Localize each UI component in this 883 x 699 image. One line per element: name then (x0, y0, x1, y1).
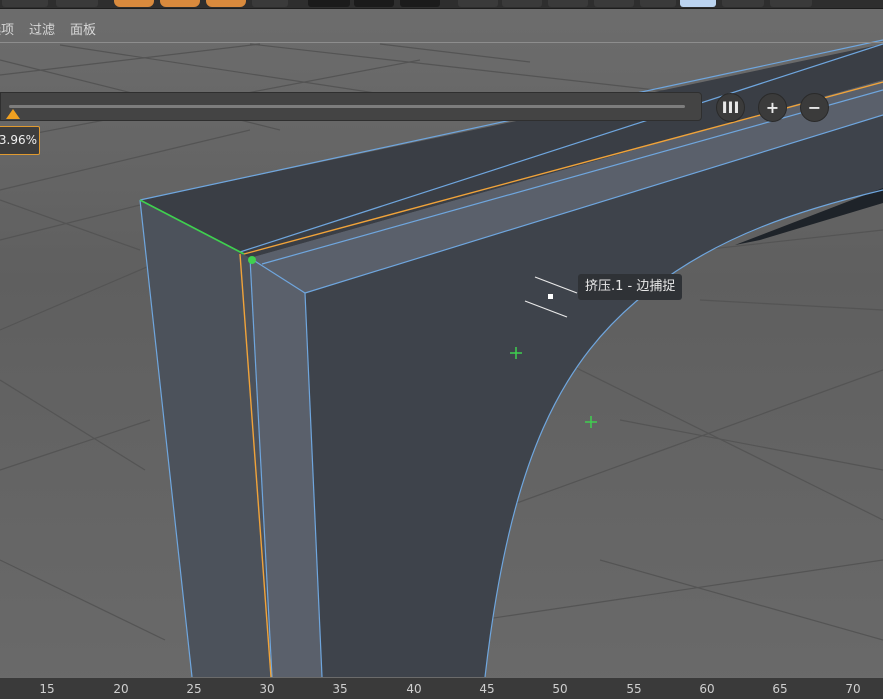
ruler-tick-label: 65 (772, 682, 788, 696)
offset-value-field[interactable]: 3.96% (0, 126, 40, 155)
menu-panel[interactable]: 面板 (70, 19, 96, 38)
ruler-tick-label: 50 (552, 682, 568, 696)
toolbar-render-button[interactable] (160, 0, 200, 7)
menubar-divider (0, 42, 883, 43)
toolbar-button[interactable] (308, 0, 350, 7)
ruler-tick-label: 60 (699, 682, 715, 696)
snap-point (248, 256, 256, 264)
ruler-tick-label: 35 (332, 682, 348, 696)
timeline-ruler[interactable]: 15 20 25 30 35 40 45 50 55 60 65 70 (0, 677, 883, 699)
main-toolbar (0, 0, 883, 9)
decrease-button[interactable]: − (800, 93, 829, 122)
toolbar-button[interactable] (548, 0, 588, 7)
toolbar-render-button[interactable] (206, 0, 246, 7)
ruler-tick-label: 40 (406, 682, 422, 696)
increase-button[interactable]: + (758, 93, 787, 122)
ruler-tick-label: 70 (845, 682, 861, 696)
ruler-tick-label: 15 (39, 682, 55, 696)
toolbar-button[interactable] (252, 0, 288, 7)
axis-crosshair-icon (585, 416, 597, 428)
offset-slider-track[interactable] (9, 105, 685, 108)
toolbar-button[interactable] (722, 0, 764, 7)
toolbar-button[interactable] (502, 0, 542, 7)
toolbar-render-button[interactable] (114, 0, 154, 7)
menu-filter[interactable]: 过滤 (29, 19, 55, 38)
ruler-tick-label: 55 (626, 682, 642, 696)
toolbar-button[interactable] (2, 0, 48, 7)
toolbar-button[interactable] (770, 0, 812, 7)
toolbar-button[interactable] (458, 0, 498, 7)
toolbar-active-button[interactable] (680, 0, 716, 7)
toolbar-button[interactable] (56, 0, 98, 7)
columns-button[interactable]: III (716, 93, 745, 122)
toolbar-button[interactable] (354, 0, 394, 7)
ruler-tick-label: 30 (259, 682, 275, 696)
offset-slider-thumb[interactable] (6, 109, 20, 119)
ruler-tick-label: 45 (479, 682, 495, 696)
toolbar-button[interactable] (594, 0, 634, 7)
ruler-tick-label: 20 (113, 682, 129, 696)
offset-slider-panel (0, 92, 702, 121)
toolbar-button[interactable] (400, 0, 440, 7)
ruler-tick-label: 25 (186, 682, 202, 696)
snap-tooltip: 挤压.1 - 边捕捉 (578, 274, 683, 300)
menu-options[interactable]: 选项 (0, 19, 14, 38)
toolbar-button[interactable] (640, 0, 676, 7)
viewport-menubar: 选项 过滤 面板 (0, 16, 883, 40)
